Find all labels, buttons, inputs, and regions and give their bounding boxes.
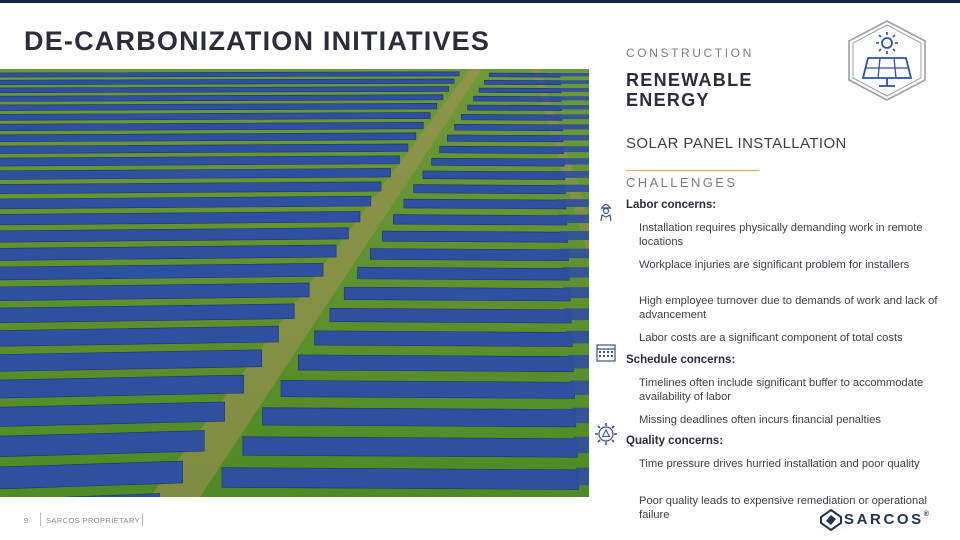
list-item: Missing deadlines often incurs financial…: [639, 414, 881, 426]
panel-row: [370, 248, 569, 261]
solar-farm-illustration: [0, 69, 589, 497]
panel-row: [571, 407, 589, 424]
topic-heading: SOLAR PANEL INSTALLATION: [626, 135, 847, 152]
slide-title: DE-CARBONIZATION INITIATIVES: [24, 26, 491, 56]
worker-icon: [600, 203, 612, 222]
panel-row: [329, 307, 572, 324]
sarcos-logo-text: SARCOS®: [844, 511, 932, 528]
panel-row: [242, 436, 578, 458]
panel-row: [467, 104, 562, 111]
list-item: Installation requires physically demandi…: [639, 222, 923, 248]
page-number: 9: [24, 516, 29, 525]
panel-row: [262, 407, 577, 428]
section-title: RENEWABLE ENERGY: [626, 70, 753, 110]
panel-row: [556, 184, 589, 192]
panel-row: [549, 87, 589, 92]
panel-row: [558, 214, 589, 224]
panel-row: [552, 134, 589, 141]
proprietary-notice: SARCOS PROPRIETARY: [46, 516, 141, 525]
panel-row: [0, 78, 455, 86]
list-item: Time pressure drives hurried installatio…: [639, 458, 920, 470]
panel-row: [548, 73, 589, 77]
panel-row: [221, 467, 579, 490]
category-eyebrow: CONSTRUCTION: [626, 46, 754, 60]
labor-concerns-heading: Labor concerns:: [626, 199, 717, 211]
panel-row: [381, 230, 568, 243]
list-item: Workplace injuries are significant probl…: [639, 259, 910, 271]
solar-panel-icon: [848, 20, 926, 101]
panel-row: [422, 170, 566, 180]
panel-row: [551, 124, 589, 130]
sarcos-logo-mark: [820, 509, 842, 531]
panel-row: [550, 104, 589, 110]
panel-row: [460, 114, 563, 121]
panel-row: [569, 380, 589, 395]
panel-row: [563, 287, 589, 299]
panel-row: [447, 134, 564, 143]
top-accent-bar: [0, 0, 960, 3]
panel-row: [393, 214, 568, 226]
list-item: Timelines often include significant buff…: [639, 377, 924, 403]
quality-gear-icon: [595, 423, 617, 445]
panel-row: [454, 123, 563, 132]
panel-row: [557, 199, 589, 207]
footer-divider: [142, 513, 143, 526]
panel-row: [280, 380, 575, 399]
panel-row: [575, 467, 589, 486]
panel-row: [549, 96, 589, 101]
panel-row: [559, 231, 589, 241]
list-item: High employee turnover due to demands of…: [639, 295, 938, 321]
panel-row: [566, 330, 589, 344]
panel-row: [553, 146, 589, 153]
panel-row: [357, 266, 570, 281]
panel-row: [439, 145, 564, 154]
panel-row: [298, 354, 574, 373]
panel-row: [314, 330, 573, 347]
panel-row: [473, 95, 562, 102]
list-item: Labor costs are a significant component …: [639, 332, 903, 344]
panel-row: [548, 80, 589, 84]
panel-row: [555, 170, 589, 178]
challenges-label: CHALLENGES: [626, 175, 738, 190]
panel-row: [403, 198, 567, 210]
schedule-concerns-heading: Schedule concerns:: [626, 354, 736, 366]
panel-row: [0, 71, 460, 78]
calendar-icon: [596, 344, 616, 362]
panel-row: [551, 114, 589, 120]
quality-concerns-heading: Quality concerns:: [626, 435, 724, 447]
panel-row: [554, 158, 589, 165]
panel-row: [568, 354, 589, 369]
accent-divider: [626, 170, 759, 171]
panel-row: [431, 157, 565, 167]
solar-farm-photo: [0, 69, 589, 497]
footer-divider: [40, 513, 41, 526]
panel-row: [478, 87, 562, 94]
panel-row: [343, 286, 571, 302]
panel-row: [564, 308, 589, 321]
panel-row: [413, 184, 566, 195]
panel-row: [560, 248, 589, 259]
panel-row: [561, 267, 589, 278]
panel-row: [573, 436, 589, 454]
